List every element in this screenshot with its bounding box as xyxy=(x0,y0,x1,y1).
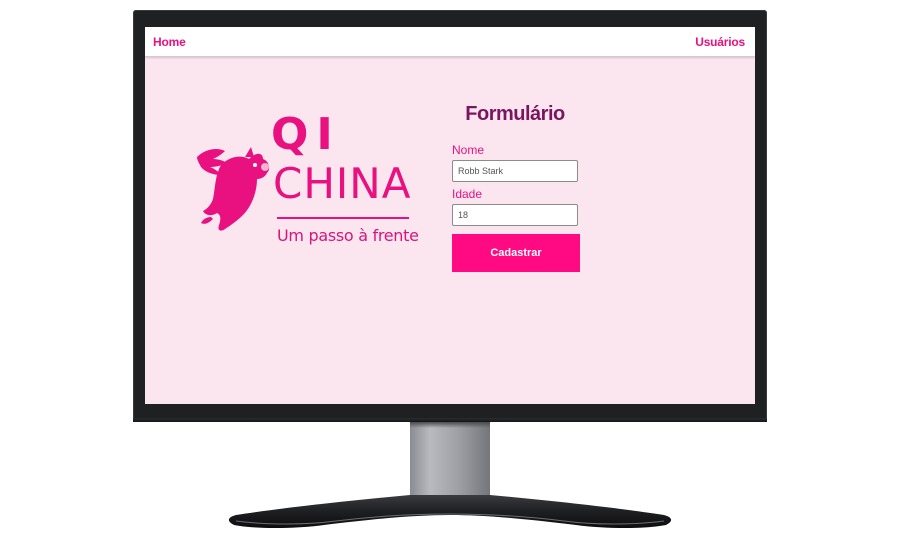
age-input[interactable] xyxy=(452,204,578,226)
monitor-stand-shadow xyxy=(410,422,490,428)
monitor-stand-base xyxy=(228,495,672,528)
logo-divider xyxy=(277,217,409,219)
logo: QI CHINA Um passo à frente xyxy=(191,103,419,245)
monitor-frame: Home Usuários QI CHINA Um passo à frente… xyxy=(133,10,767,420)
browser-viewport: Home Usuários QI CHINA Um passo à frente… xyxy=(145,27,755,404)
logo-tagline: Um passo à frente xyxy=(277,226,419,245)
monitor-stand-neck xyxy=(410,422,490,497)
form-title: Formulário xyxy=(465,103,565,125)
navbar: Home Usuários xyxy=(145,27,755,57)
logo-text-china: CHINA xyxy=(273,159,412,208)
name-label: Nome xyxy=(452,143,485,157)
submit-button[interactable]: Cadastrar xyxy=(452,234,580,272)
age-label: Idade xyxy=(452,187,483,201)
name-input[interactable] xyxy=(452,160,578,182)
logo-text-qi: QI xyxy=(271,109,341,160)
nav-users-link[interactable]: Usuários xyxy=(695,35,745,49)
winged-pig-icon xyxy=(197,147,270,231)
nav-home-link[interactable]: Home xyxy=(153,35,186,49)
